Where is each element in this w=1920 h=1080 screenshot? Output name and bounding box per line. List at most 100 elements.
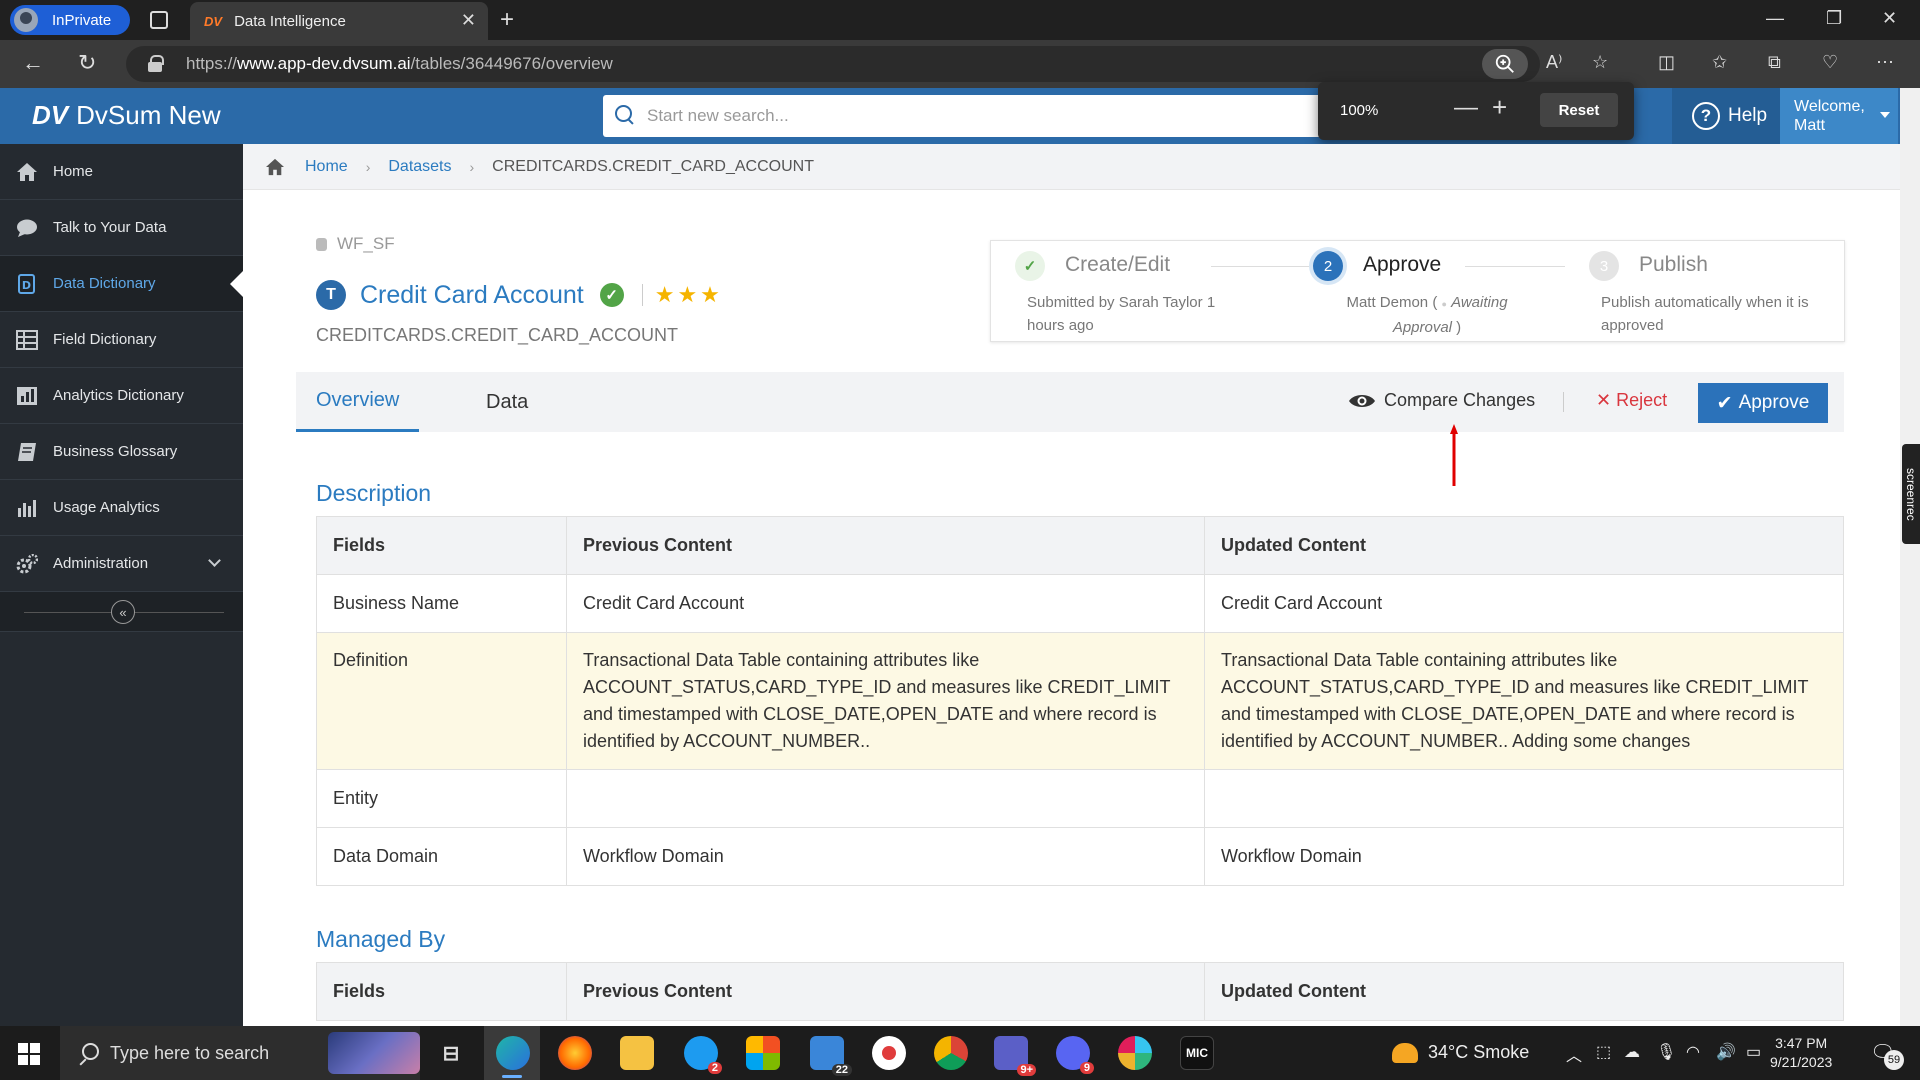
compare-changes-button[interactable]: Compare Changes	[1348, 390, 1535, 411]
task-view-icon[interactable]: ⊟	[434, 1036, 468, 1070]
sidebar-item-analytics-dictionary[interactable]: Analytics Dictionary	[0, 368, 243, 424]
table-row: Business Name Credit Card Account Credit…	[316, 574, 1844, 633]
discord-icon[interactable]: 9	[1056, 1036, 1094, 1074]
zoom-in-button[interactable]: +	[1492, 92, 1507, 123]
battery-icon[interactable]: ▭	[1746, 1042, 1761, 1062]
vpn-shield-icon[interactable]	[872, 1036, 906, 1070]
microsoft-store-icon[interactable]	[746, 1036, 780, 1070]
updated-content: Workflow Domain	[1204, 827, 1844, 886]
sidebar-item-field-dictionary[interactable]: Field Dictionary	[0, 312, 243, 368]
home-icon	[17, 163, 37, 181]
chevron-right-icon: ›	[365, 158, 371, 175]
previous-content: Credit Card Account	[566, 574, 1205, 633]
refresh-icon[interactable]: ↻	[78, 50, 96, 76]
onedrive-cloud-icon[interactable]: ☁	[1624, 1042, 1640, 1062]
favorites-icon[interactable]: ✩	[1712, 52, 1727, 73]
taskbar-search-input[interactable]: Type here to search	[60, 1026, 420, 1080]
dvsum-favicon-icon: DV	[204, 13, 223, 29]
tab-actions-icon[interactable]	[150, 11, 168, 29]
zoom-out-button[interactable]: —	[1454, 94, 1478, 122]
marketing-app-icon[interactable]: MIC	[1180, 1036, 1214, 1070]
column-header: Updated Content	[1204, 962, 1844, 1021]
browser-essentials-icon[interactable]: ♡	[1822, 52, 1838, 73]
slack-icon[interactable]	[1118, 1036, 1152, 1070]
breadcrumb-datasets-link[interactable]: Datasets	[388, 158, 451, 176]
back-arrow-icon[interactable]: ←	[22, 50, 44, 76]
sidebar-collapse: «	[0, 592, 243, 632]
sidebar-item-label: Talk to Your Data	[53, 219, 167, 236]
search-icon	[78, 1043, 99, 1063]
weather-widget[interactable]: 34°C Smoke	[1392, 1042, 1529, 1063]
rating-stars-icon[interactable]: ★★★	[655, 282, 723, 308]
read-aloud-icon[interactable]: A⁾	[1546, 52, 1562, 73]
user-menu[interactable]: Welcome, Matt	[1780, 88, 1898, 144]
collapse-sidebar-icon[interactable]: «	[111, 600, 135, 624]
global-search-input[interactable]: Start new search...	[603, 95, 1343, 137]
database-icon	[316, 237, 327, 251]
chrome-icon[interactable]	[934, 1036, 968, 1070]
microphone-icon[interactable]: 🎙	[1656, 1042, 1676, 1062]
zoom-indicator-button[interactable]	[1482, 49, 1528, 79]
step-name: Create/Edit	[1065, 253, 1171, 276]
table-row: Entity	[316, 769, 1844, 828]
sidebar-item-usage-analytics[interactable]: Usage Analytics	[0, 480, 243, 536]
help-button[interactable]: ? Help	[1672, 88, 1780, 144]
url-scheme: https://	[186, 54, 238, 73]
updated-content: Credit Card Account	[1204, 574, 1844, 633]
technical-name: CREDITCARDS.CREDIT_CARD_ACCOUNT	[316, 325, 679, 345]
zoom-reset-button[interactable]: Reset	[1540, 93, 1618, 127]
browser-tab[interactable]: DV Data Intelligence ✕	[190, 2, 488, 40]
skype-icon[interactable]: 2	[684, 1036, 722, 1074]
volume-icon[interactable]: 🔊	[1716, 1042, 1736, 1062]
wifi-icon[interactable]: ◠	[1686, 1042, 1700, 1062]
maximize-icon[interactable]: ❐	[1826, 8, 1842, 29]
sidebar-item-data-dictionary[interactable]: D Data Dictionary	[0, 256, 244, 312]
edge-browser-icon[interactable]	[496, 1036, 530, 1070]
minimize-icon[interactable]: —	[1766, 8, 1784, 29]
url-path: /tables/36449676/overview	[410, 54, 613, 73]
teams-icon[interactable]: 9+	[994, 1036, 1036, 1076]
sidebar-item-label: Administration	[53, 555, 149, 572]
url-bar[interactable]: https://www.app-dev.dvsum.ai/tables/3644…	[126, 46, 1540, 82]
favorite-star-icon[interactable]: ☆	[1592, 52, 1608, 73]
home-icon[interactable]	[265, 158, 285, 176]
step-connector	[1465, 266, 1565, 267]
sidebar-item-home[interactable]: Home	[0, 144, 243, 200]
screenrec-widget[interactable]: screenrec	[1902, 444, 1920, 544]
split-screen-icon[interactable]: ◫	[1658, 52, 1675, 73]
tab-overview[interactable]: Overview	[296, 372, 420, 432]
tray-chevron-up-icon[interactable]: ︿	[1566, 1042, 1582, 1066]
sidebar-item-talk-to-your-data[interactable]: Talk to Your Data	[0, 200, 243, 256]
system-clock[interactable]: 3:47 PM 9/21/2023	[1770, 1034, 1832, 1072]
close-tab-icon[interactable]: ✕	[461, 10, 476, 31]
table-header-row: Fields Previous Content Updated Content	[316, 516, 1844, 575]
step-name: Publish	[1639, 253, 1708, 276]
breadcrumb-home-link[interactable]: Home	[305, 158, 348, 176]
meet-now-icon[interactable]: ⬚	[1596, 1042, 1611, 1062]
chat-icon	[17, 219, 37, 237]
grid-icon	[16, 330, 38, 350]
firefox-icon[interactable]	[558, 1036, 592, 1070]
tab-data[interactable]: Data	[486, 372, 528, 432]
description-heading: Description	[316, 480, 432, 506]
compare-changes-label: Compare Changes	[1384, 390, 1536, 410]
new-tab-icon[interactable]: +	[500, 6, 514, 34]
close-window-icon[interactable]: ✕	[1882, 8, 1897, 29]
file-explorer-icon[interactable]	[620, 1036, 654, 1070]
approve-button[interactable]: ✔ Approve	[1698, 383, 1828, 423]
page-scrollbar[interactable]	[1900, 88, 1920, 1026]
more-menu-icon[interactable]: ⋯	[1876, 52, 1894, 73]
weather-sun-icon	[1392, 1042, 1418, 1063]
sidebar-item-administration[interactable]: Administration	[0, 536, 243, 592]
brand-logo[interactable]: DV DvSum New	[32, 100, 221, 131]
mail-icon[interactable]: 22	[810, 1036, 852, 1076]
clock-time: 3:47 PM	[1775, 1035, 1828, 1051]
inprivate-button[interactable]: InPrivate	[10, 5, 130, 35]
windows-start-icon[interactable]	[18, 1043, 40, 1065]
notification-center-icon[interactable]: 🗨 59	[1870, 1040, 1904, 1070]
workflow-steps: ✓ Create/Edit Submitted by Sarah Taylor …	[990, 240, 1845, 342]
reject-button[interactable]: ✕ Reject	[1596, 390, 1667, 411]
collections-icon[interactable]: ⧉	[1768, 52, 1781, 73]
sidebar-item-business-glossary[interactable]: Business Glossary	[0, 424, 243, 480]
field-name: Data Domain	[316, 827, 567, 886]
